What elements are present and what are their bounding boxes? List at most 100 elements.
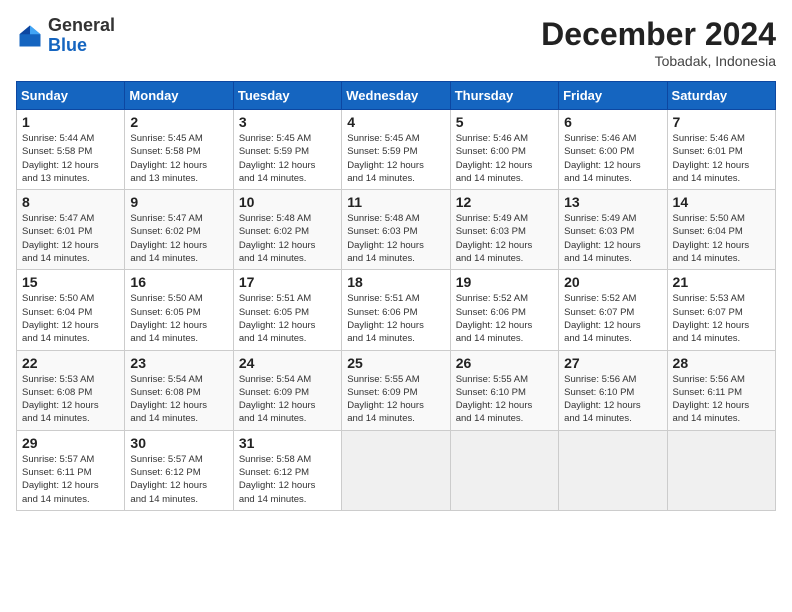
calendar-cell: 9 Sunrise: 5:47 AMSunset: 6:02 PMDaylight… bbox=[125, 190, 233, 270]
day-number: 31 bbox=[239, 435, 336, 451]
calendar-cell: 22 Sunrise: 5:53 AMSunset: 6:08 PMDayligh… bbox=[17, 350, 125, 430]
day-number: 9 bbox=[130, 194, 227, 210]
day-number: 10 bbox=[239, 194, 336, 210]
calendar-cell: 13 Sunrise: 5:49 AMSunset: 6:03 PMDayligh… bbox=[559, 190, 667, 270]
day-info: Sunrise: 5:51 AMSunset: 6:05 PMDaylight:… bbox=[239, 292, 336, 345]
weekday-header-saturday: Saturday bbox=[667, 82, 775, 110]
day-number: 12 bbox=[456, 194, 553, 210]
day-number: 6 bbox=[564, 114, 661, 130]
calendar-week-row: 8Sunrise: 5:47 AMSunset: 6:01 PMDaylight… bbox=[17, 190, 776, 270]
weekday-header-friday: Friday bbox=[559, 82, 667, 110]
day-number: 25 bbox=[347, 355, 444, 371]
logo: General Blue bbox=[16, 16, 115, 56]
day-number: 15 bbox=[22, 274, 119, 290]
day-info: Sunrise: 5:53 AMSunset: 6:08 PMDaylight:… bbox=[22, 373, 119, 426]
day-number: 16 bbox=[130, 274, 227, 290]
day-info: Sunrise: 5:56 AMSunset: 6:10 PMDaylight:… bbox=[564, 373, 661, 426]
day-number: 22 bbox=[22, 355, 119, 371]
day-number: 17 bbox=[239, 274, 336, 290]
day-info: Sunrise: 5:48 AMSunset: 6:03 PMDaylight:… bbox=[347, 212, 444, 265]
logo-icon bbox=[16, 22, 44, 50]
calendar-cell: 24 Sunrise: 5:54 AMSunset: 6:09 PMDayligh… bbox=[233, 350, 341, 430]
calendar-cell: 11 Sunrise: 5:48 AMSunset: 6:03 PMDayligh… bbox=[342, 190, 450, 270]
calendar-cell: 28 Sunrise: 5:56 AMSunset: 6:11 PMDayligh… bbox=[667, 350, 775, 430]
calendar-cell: 7Sunrise: 5:46 AMSunset: 6:01 PMDaylight… bbox=[667, 110, 775, 190]
day-number: 4 bbox=[347, 114, 444, 130]
day-info: Sunrise: 5:51 AMSunset: 6:06 PMDaylight:… bbox=[347, 292, 444, 345]
day-number: 20 bbox=[564, 274, 661, 290]
calendar-cell: 15 Sunrise: 5:50 AMSunset: 6:04 PMDayligh… bbox=[17, 270, 125, 350]
weekday-header-sunday: Sunday bbox=[17, 82, 125, 110]
month-title: December 2024 bbox=[541, 16, 776, 53]
day-info: Sunrise: 5:44 AMSunset: 5:58 PMDaylight:… bbox=[22, 132, 119, 185]
logo-text: General Blue bbox=[48, 16, 115, 56]
logo-general: General bbox=[48, 15, 115, 35]
calendar-cell bbox=[342, 430, 450, 510]
day-info: Sunrise: 5:50 AMSunset: 6:04 PMDaylight:… bbox=[673, 212, 770, 265]
day-number: 8 bbox=[22, 194, 119, 210]
calendar-cell: 5Sunrise: 5:46 AMSunset: 6:00 PMDaylight… bbox=[450, 110, 558, 190]
calendar-cell: 6Sunrise: 5:46 AMSunset: 6:00 PMDaylight… bbox=[559, 110, 667, 190]
calendar-week-row: 22 Sunrise: 5:53 AMSunset: 6:08 PMDayligh… bbox=[17, 350, 776, 430]
day-info: Sunrise: 5:45 AMSunset: 5:59 PMDaylight:… bbox=[347, 132, 444, 185]
day-info: Sunrise: 5:50 AMSunset: 6:05 PMDaylight:… bbox=[130, 292, 227, 345]
day-number: 3 bbox=[239, 114, 336, 130]
calendar-week-row: 1 Sunrise: 5:44 AMSunset: 5:58 PMDaylight… bbox=[17, 110, 776, 190]
calendar-cell: 2Sunrise: 5:45 AMSunset: 5:58 PMDaylight… bbox=[125, 110, 233, 190]
calendar-cell: 10Sunrise: 5:48 AMSunset: 6:02 PMDayligh… bbox=[233, 190, 341, 270]
weekday-header-wednesday: Wednesday bbox=[342, 82, 450, 110]
calendar-cell: 16 Sunrise: 5:50 AMSunset: 6:05 PMDayligh… bbox=[125, 270, 233, 350]
day-number: 1 bbox=[22, 114, 119, 130]
day-number: 21 bbox=[673, 274, 770, 290]
day-info: Sunrise: 5:52 AMSunset: 6:07 PMDaylight:… bbox=[564, 292, 661, 345]
day-number: 19 bbox=[456, 274, 553, 290]
calendar-cell bbox=[559, 430, 667, 510]
weekday-header-monday: Monday bbox=[125, 82, 233, 110]
day-number: 13 bbox=[564, 194, 661, 210]
calendar-table: SundayMondayTuesdayWednesdayThursdayFrid… bbox=[16, 81, 776, 511]
day-number: 18 bbox=[347, 274, 444, 290]
title-block: December 2024 Tobadak, Indonesia bbox=[541, 16, 776, 69]
day-number: 11 bbox=[347, 194, 444, 210]
calendar-cell: 12 Sunrise: 5:49 AMSunset: 6:03 PMDayligh… bbox=[450, 190, 558, 270]
calendar-week-row: 29 Sunrise: 5:57 AMSunset: 6:11 PMDayligh… bbox=[17, 430, 776, 510]
day-info: Sunrise: 5:56 AMSunset: 6:11 PMDaylight:… bbox=[673, 373, 770, 426]
logo-blue: Blue bbox=[48, 35, 87, 55]
calendar-cell: 23 Sunrise: 5:54 AMSunset: 6:08 PMDayligh… bbox=[125, 350, 233, 430]
day-info: Sunrise: 5:54 AMSunset: 6:09 PMDaylight:… bbox=[239, 373, 336, 426]
calendar-cell: 30Sunrise: 5:57 AMSunset: 6:12 PMDayligh… bbox=[125, 430, 233, 510]
day-number: 30 bbox=[130, 435, 227, 451]
day-info: Sunrise: 5:45 AMSunset: 5:59 PMDaylight:… bbox=[239, 132, 336, 185]
weekday-header-row: SundayMondayTuesdayWednesdayThursdayFrid… bbox=[17, 82, 776, 110]
day-info: Sunrise: 5:53 AMSunset: 6:07 PMDaylight:… bbox=[673, 292, 770, 345]
day-info: Sunrise: 5:52 AMSunset: 6:06 PMDaylight:… bbox=[456, 292, 553, 345]
day-info: Sunrise: 5:49 AMSunset: 6:03 PMDaylight:… bbox=[564, 212, 661, 265]
day-info: Sunrise: 5:50 AMSunset: 6:04 PMDaylight:… bbox=[22, 292, 119, 345]
calendar-cell: 8Sunrise: 5:47 AMSunset: 6:01 PMDaylight… bbox=[17, 190, 125, 270]
day-number: 27 bbox=[564, 355, 661, 371]
day-info: Sunrise: 5:47 AMSunset: 6:02 PMDaylight:… bbox=[130, 212, 227, 265]
day-number: 23 bbox=[130, 355, 227, 371]
day-info: Sunrise: 5:57 AMSunset: 6:11 PMDaylight:… bbox=[22, 453, 119, 506]
calendar-cell: 21 Sunrise: 5:53 AMSunset: 6:07 PMDayligh… bbox=[667, 270, 775, 350]
calendar-cell: 19 Sunrise: 5:52 AMSunset: 6:06 PMDayligh… bbox=[450, 270, 558, 350]
day-info: Sunrise: 5:49 AMSunset: 6:03 PMDaylight:… bbox=[456, 212, 553, 265]
calendar-cell: 1 Sunrise: 5:44 AMSunset: 5:58 PMDaylight… bbox=[17, 110, 125, 190]
calendar-cell: 3 Sunrise: 5:45 AMSunset: 5:59 PMDaylight… bbox=[233, 110, 341, 190]
day-info: Sunrise: 5:46 AMSunset: 6:00 PMDaylight:… bbox=[456, 132, 553, 185]
day-number: 2 bbox=[130, 114, 227, 130]
calendar-week-row: 15 Sunrise: 5:50 AMSunset: 6:04 PMDayligh… bbox=[17, 270, 776, 350]
calendar-cell: 4 Sunrise: 5:45 AMSunset: 5:59 PMDaylight… bbox=[342, 110, 450, 190]
calendar-cell: 14Sunrise: 5:50 AMSunset: 6:04 PMDayligh… bbox=[667, 190, 775, 270]
day-info: Sunrise: 5:54 AMSunset: 6:08 PMDaylight:… bbox=[130, 373, 227, 426]
day-info: Sunrise: 5:55 AMSunset: 6:10 PMDaylight:… bbox=[456, 373, 553, 426]
day-info: Sunrise: 5:46 AMSunset: 6:01 PMDaylight:… bbox=[673, 132, 770, 185]
day-number: 26 bbox=[456, 355, 553, 371]
day-info: Sunrise: 5:55 AMSunset: 6:09 PMDaylight:… bbox=[347, 373, 444, 426]
day-number: 24 bbox=[239, 355, 336, 371]
calendar-cell: 31Sunrise: 5:58 AMSunset: 6:12 PMDayligh… bbox=[233, 430, 341, 510]
day-number: 29 bbox=[22, 435, 119, 451]
day-number: 28 bbox=[673, 355, 770, 371]
page-header: General Blue December 2024 Tobadak, Indo… bbox=[16, 16, 776, 69]
calendar-cell: 25 Sunrise: 5:55 AMSunset: 6:09 PMDayligh… bbox=[342, 350, 450, 430]
